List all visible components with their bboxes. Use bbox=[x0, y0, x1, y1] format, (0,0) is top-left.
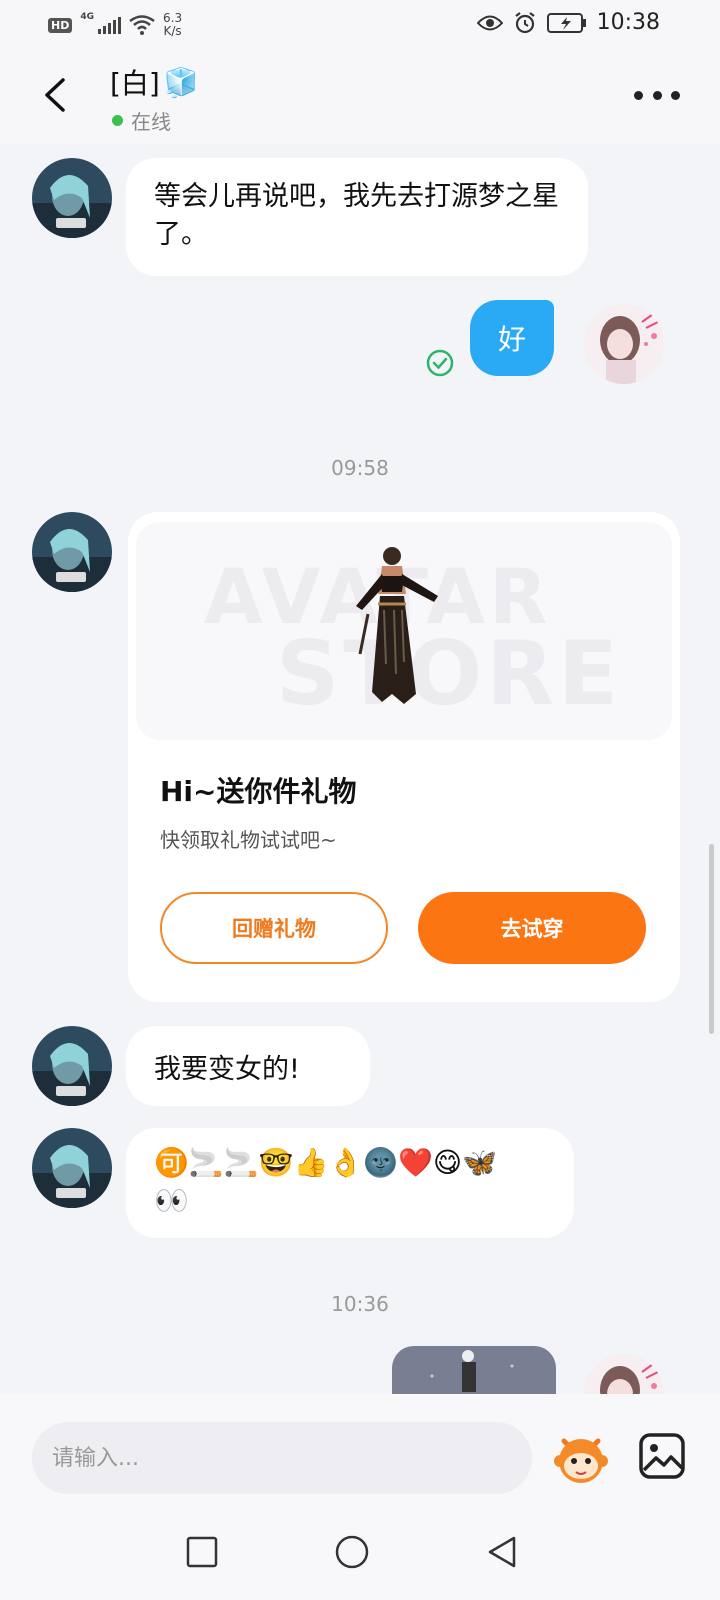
message-text: 我要变女的! bbox=[154, 1053, 300, 1085]
avatar-outfit-figure bbox=[356, 547, 438, 704]
try-on-button[interactable]: 去试穿 bbox=[418, 892, 646, 964]
contact-avatar[interactable] bbox=[32, 512, 112, 592]
alarm-icon bbox=[514, 11, 535, 33]
message-text: 好 bbox=[497, 323, 526, 356]
network-type: 4G bbox=[80, 12, 94, 22]
emoji-line-2: 👀 bbox=[154, 1184, 189, 1217]
message-bubble-incoming[interactable]: 🉑🚬🚬🤓👍👌🌚❤️😋🦋 👀 bbox=[126, 1128, 574, 1238]
hd-badge: HD bbox=[48, 17, 73, 33]
input-bar bbox=[0, 1394, 720, 1502]
message-bubble-incoming[interactable]: 我要变女的! bbox=[126, 1026, 370, 1106]
circle-icon bbox=[335, 1535, 369, 1569]
sticker-button[interactable] bbox=[550, 1427, 612, 1489]
contact-avatar[interactable] bbox=[32, 1026, 112, 1106]
ice-cube-emoji: 🧊 bbox=[163, 65, 199, 99]
emoji-line-1: 🉑🚬🚬🤓👍👌🌚❤️😋🦋 bbox=[154, 1146, 497, 1179]
chevron-left-icon bbox=[45, 78, 65, 112]
back-button[interactable] bbox=[38, 75, 72, 115]
message-bubble-incoming[interactable]: 等会儿再说吧，我先去打源梦之星了。 bbox=[126, 158, 588, 276]
navigation-bar bbox=[0, 1502, 720, 1600]
chat-header: [白] 🧊 在线 bbox=[0, 50, 720, 144]
chat-area[interactable]: 等会儿再说吧，我先去打源梦之星了。 好 09:58 AVATAR STORE H… bbox=[0, 144, 720, 1394]
home-button[interactable] bbox=[332, 1532, 372, 1572]
clock: 10:38 bbox=[596, 10, 660, 35]
battery-icon bbox=[546, 12, 586, 33]
gift-preview-image[interactable]: AVATAR STORE bbox=[136, 522, 672, 740]
return-gift-button[interactable]: 回赠礼物 bbox=[160, 892, 388, 964]
scrollbar[interactable] bbox=[709, 844, 714, 1034]
speed-unit: K/s bbox=[163, 24, 182, 38]
monkey-sticker-icon bbox=[554, 1438, 608, 1483]
gift-title: Hi~送你件礼物 bbox=[160, 775, 357, 808]
check-circle-icon bbox=[426, 349, 454, 377]
recents-button[interactable] bbox=[182, 1532, 222, 1572]
contact-avatar[interactable] bbox=[32, 1128, 112, 1208]
square-icon bbox=[186, 1536, 218, 1568]
online-dot bbox=[112, 115, 123, 126]
online-status-text: 在线 bbox=[131, 110, 171, 134]
timestamp: 10:36 bbox=[331, 1292, 389, 1316]
gift-subtitle: 快领取礼物试试吧~ bbox=[160, 828, 337, 852]
timestamp: 09:58 bbox=[331, 456, 389, 480]
image-icon bbox=[639, 1433, 685, 1479]
outgoing-image-message[interactable] bbox=[392, 1346, 556, 1394]
network-speed: 6.3 K/s bbox=[163, 12, 182, 38]
my-avatar[interactable] bbox=[584, 1354, 664, 1394]
image-picker-button[interactable] bbox=[638, 1432, 686, 1480]
online-status: 在线 bbox=[112, 106, 171, 135]
triangle-back-icon bbox=[488, 1536, 516, 1568]
contact-avatar[interactable] bbox=[32, 158, 112, 238]
gift-card[interactable]: AVATAR STORE Hi~送你件礼物 快领取礼物试试吧~ 回赠礼物 去试穿 bbox=[128, 512, 680, 1002]
wifi-icon bbox=[129, 15, 155, 35]
my-avatar[interactable] bbox=[584, 304, 664, 384]
signal-icon bbox=[98, 16, 121, 34]
contact-name[interactable]: [白] 🧊 bbox=[110, 62, 199, 102]
more-options-button[interactable] bbox=[634, 82, 680, 108]
message-text: 等会儿再说吧，我先去打源梦之星了。 bbox=[154, 181, 559, 250]
back-nav-button[interactable] bbox=[482, 1532, 522, 1572]
message-input[interactable] bbox=[32, 1422, 532, 1494]
eye-icon bbox=[476, 15, 503, 30]
contact-name-text: [白] bbox=[110, 67, 160, 100]
status-bar: HD 4G 6.3 K/s 10:38 bbox=[0, 0, 720, 50]
message-bubble-outgoing[interactable]: 好 bbox=[470, 300, 554, 376]
